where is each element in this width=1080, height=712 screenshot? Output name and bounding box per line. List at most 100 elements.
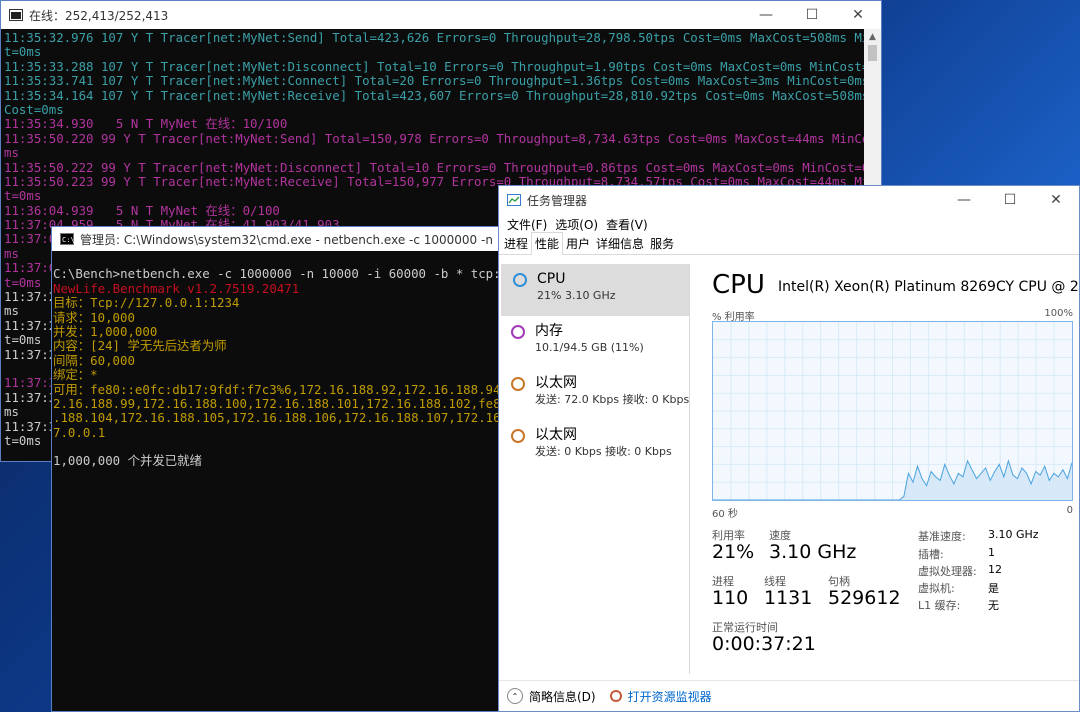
cpu-ring-icon	[513, 273, 527, 287]
tab-users[interactable]: 用户	[563, 233, 593, 254]
scroll-up-icon[interactable]: ▲	[864, 29, 881, 45]
resource-value: 10.1/94.5 GB (11%)	[535, 341, 644, 354]
console-line: C:\Bench>netbench.exe -c 1000000 -n 1000…	[53, 267, 510, 282]
resource-item-ethernet-1[interactable]: 以太网 发送: 72.0 Kbps 接收: 0 Kbps	[499, 368, 689, 420]
minimize-icon[interactable]: —	[941, 186, 987, 214]
process-value: 110	[712, 587, 749, 609]
fewer-details-label: 简略信息(D)	[529, 689, 596, 704]
console-line: 绑定：*	[53, 368, 98, 383]
resource-monitor-icon	[609, 690, 622, 702]
taskmgr-footer: ⌃ 简略信息(D) 打开资源监视器	[499, 680, 1079, 711]
uptime-value: 0:00:37:21	[712, 633, 816, 655]
speed-value: 3.10 GHz	[769, 541, 857, 563]
minimize-icon[interactable]: —	[743, 1, 789, 29]
detail-key: L1 缓存:	[918, 599, 961, 612]
menu-view[interactable]: 查看(V)	[602, 216, 652, 233]
cmd-window[interactable]: C:\ 管理员: C:\Windows\system32\cmd.exe - n…	[51, 226, 511, 712]
resource-value: 发送: 0 Kbps 接收: 0 Kbps	[535, 445, 672, 458]
resource-name: 内存	[535, 323, 563, 339]
taskmgr-titlebar[interactable]: 任务管理器 — ☐ ✕	[499, 186, 1079, 214]
handle-value: 529612	[828, 587, 901, 609]
console-line: 内容：[24] 学无先后达者为师	[53, 339, 227, 354]
cmd-titlebar[interactable]: C:\ 管理员: C:\Windows\system32\cmd.exe - n…	[52, 227, 510, 251]
console-line: 可用：fe80::e0fc:db17:9fdf:f7c3%6,172.16.18…	[53, 382, 510, 397]
console-line: ms	[4, 146, 19, 161]
resource-item-memory[interactable]: 内存 10.1/94.5 GB (11%)	[499, 316, 689, 368]
cpu-utilization-graph	[712, 321, 1073, 501]
console-line: 7.0.0.1	[53, 425, 106, 440]
graph-time: 60 秒	[712, 509, 738, 520]
scroll-thumb[interactable]	[868, 45, 877, 61]
resource-item-cpu[interactable]: CPU 21% 3.10 GHz	[501, 264, 689, 316]
tab-processes[interactable]: 进程	[501, 233, 531, 254]
console-icon	[9, 9, 23, 21]
menu-bar: 文件(F) 选项(O) 查看(V)	[499, 214, 1079, 234]
tab-performance[interactable]: 性能	[531, 232, 564, 255]
console-line: 11:35:34.164 107 Y T Tracer[net:MyNet:Re…	[4, 88, 866, 103]
resource-item-ethernet-2[interactable]: 以太网 发送: 0 Kbps 接收: 0 Kbps	[499, 420, 689, 472]
console-line: 2.16.188.99,172.16.188.100,172.16.188.10…	[53, 396, 510, 411]
maximize-icon[interactable]: ☐	[987, 186, 1033, 214]
console-line: 目标：Tcp://127.0.0.1:1234	[53, 296, 240, 311]
taskmgr-title: 任务管理器	[527, 193, 588, 208]
resource-value: 21% 3.10 GHz	[537, 289, 616, 302]
console-title: 在线：252,413/252,413	[29, 8, 169, 23]
resource-name: 以太网	[535, 375, 577, 391]
console-line: 请求：10,000	[53, 310, 135, 325]
console-line: 11:35:50.222 99 Y T Tracer[net:MyNet:Dis…	[4, 160, 866, 175]
console-line: 并发：1,000,000	[53, 324, 158, 339]
svg-text:C:\: C:\	[62, 236, 74, 244]
cmd-title: 管理员: C:\Windows\system32\cmd.exe - netbe…	[80, 232, 510, 247]
cmd-output: C:\Bench>netbench.exe -c 1000000 -n 1000…	[52, 251, 510, 469]
console-line: 11:35:33.741 107 Y T Tracer[net:MyNet:Co…	[4, 74, 866, 89]
console-line: 11:35:50.220 99 Y T Tracer[net:MyNet:Sen…	[4, 131, 866, 146]
task-manager-window[interactable]: 任务管理器 — ☐ ✕ 文件(F) 选项(O) 查看(V) 进程 性能 用户 详…	[498, 185, 1080, 712]
panel-divider	[689, 264, 690, 674]
cpu-graph-svg	[713, 322, 1073, 501]
cpu-model: Intel(R) Xeon(R) Platinum 8269CY CPU @ 2…	[778, 279, 1079, 295]
maximize-icon[interactable]: ☐	[789, 1, 835, 29]
tab-bar: 进程 性能 用户 详细信息 服务	[499, 232, 1079, 255]
panel-title: CPU	[712, 270, 765, 300]
detail-key: 基准速度:	[918, 530, 966, 543]
fewer-details-button[interactable]: ⌃ 简略信息(D)	[507, 688, 596, 705]
ethernet-ring-icon	[511, 377, 525, 391]
tab-details[interactable]: 详细信息	[593, 233, 647, 254]
resource-monitor-label: 打开资源监视器	[627, 689, 712, 704]
console-line: 11:35:33.288 107 Y T Tracer[net:MyNet:Di…	[4, 59, 866, 74]
resource-name: CPU	[537, 271, 566, 287]
resource-list: CPU 21% 3.10 GHz 内存 10.1/94.5 GB (11%) 以…	[499, 264, 689, 472]
detail-key: 虚拟机:	[918, 582, 955, 595]
taskmgr-icon	[507, 194, 521, 206]
detail-key: 插槽:	[918, 548, 944, 561]
detail-value: 12	[988, 563, 1002, 576]
cmd-icon: C:\	[60, 233, 74, 245]
chevron-up-icon: ⌃	[507, 688, 523, 704]
close-icon[interactable]: ✕	[835, 1, 881, 29]
resource-name: 以太网	[535, 427, 577, 443]
thread-value: 1131	[764, 587, 813, 609]
detail-value: 3.10 GHz	[988, 528, 1039, 541]
detail-value: 1	[988, 546, 995, 559]
graph-min: 0	[1066, 505, 1073, 516]
detail-key: 虚拟处理器:	[918, 565, 977, 578]
console-titlebar[interactable]: 在线：252,413/252,413 — ☐ ✕	[1, 1, 881, 29]
menu-file[interactable]: 文件(F)	[503, 216, 551, 233]
util-value: 21%	[712, 541, 755, 563]
graph-max: 100%	[1044, 308, 1073, 319]
ethernet-ring-icon	[511, 429, 525, 443]
menu-options[interactable]: 选项(O)	[551, 216, 602, 233]
open-resource-monitor-link[interactable]: 打开资源监视器	[609, 688, 712, 705]
console-line: Cost=0ms	[4, 102, 64, 117]
console-line: 11:35:32.976 107 Y T Tracer[net:MyNet:Se…	[4, 31, 866, 45]
tab-services[interactable]: 服务	[647, 233, 677, 254]
console-line: 1,000,000 个并发已就绪	[53, 454, 202, 469]
console-line: NewLife.Benchmark v1.2.7519.20471	[53, 281, 300, 296]
console-line: t=0ms	[4, 45, 42, 60]
console-line: 11:35:34.930 5 N T MyNet 在线：10/100	[4, 117, 288, 132]
detail-value: 无	[988, 599, 999, 612]
resource-value: 发送: 72.0 Kbps 接收: 0 Kbps	[535, 393, 690, 406]
console-line: .188.104,172.16.188.105,172.16.188.106,1…	[53, 411, 510, 426]
close-icon[interactable]: ✕	[1033, 186, 1079, 214]
